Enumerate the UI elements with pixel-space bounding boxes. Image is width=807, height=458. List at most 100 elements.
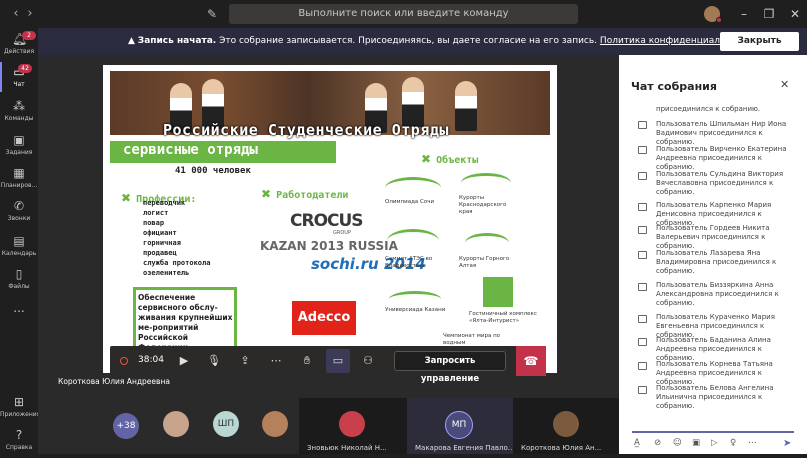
rail-item-teams[interactable]: ⁂ Команды	[0, 97, 38, 129]
professions-list: переводчик логист повар официант горничн…	[143, 198, 210, 278]
rail-item-calls[interactable]: ✆ Звонки	[0, 197, 38, 229]
rail-item-planner[interactable]: ▦ Планиров...	[0, 164, 38, 196]
object-logo	[385, 177, 441, 199]
sticker-icon[interactable]: ▷	[711, 438, 718, 448]
object-label: Курорты Краснодарского края	[459, 195, 507, 215]
minimize-icon[interactable]: –	[735, 5, 753, 23]
banner-title: Запись начата.	[137, 36, 217, 46]
teams-icon: ⁂	[13, 99, 25, 113]
raise-hand-icon[interactable]: ✋︎	[299, 353, 315, 369]
employers-header: ✖ Работодатели	[261, 187, 349, 201]
warning-icon: ▲	[128, 36, 138, 46]
emoji-icon[interactable]: ☺	[673, 438, 682, 448]
chat-message: Пользователь Вирченко Екатерина Андреевн…	[656, 145, 787, 171]
close-window-icon[interactable]: ✕	[786, 5, 804, 23]
chat-message: Пользователь Баданина Алина Андреевна пр…	[656, 336, 771, 362]
kazan-logo: KAZAN 2013 RUSSIA	[260, 239, 398, 253]
chat-title: Чат собрания	[631, 80, 717, 93]
chat-message: Пользователь Белова Ангелина Ильинична п…	[656, 384, 774, 410]
rail-item-assignments[interactable]: ▣ Задания	[0, 131, 38, 163]
chat-message: Пользователь Гордеев Никита Валерьевич п…	[656, 224, 770, 250]
hang-up-button[interactable]: ☎	[516, 346, 546, 376]
chat-message: Пользователь Корнева Татьяна Андреевна п…	[656, 360, 773, 386]
close-icon[interactable]: ✕	[780, 78, 789, 91]
list-item: горничная	[143, 239, 181, 247]
adecco-logo: Adecco	[292, 301, 356, 335]
request-control-button[interactable]: Запросить управление	[394, 351, 506, 384]
praise-icon[interactable]: ♀	[730, 438, 736, 448]
more-icon: ...	[13, 301, 25, 315]
avatar	[339, 411, 365, 437]
forward-icon[interactable]: ›	[22, 6, 38, 22]
camera-off-icon[interactable]: ▶	[176, 353, 192, 369]
participant-name: Зновьюк Николай Н...	[307, 444, 387, 452]
gif-icon[interactable]: ▣	[692, 438, 700, 448]
participants-icon[interactable]: ⚇	[360, 353, 376, 369]
recording-banner: ▲ Запись начата. Это собрание записывает…	[38, 28, 807, 55]
object-label: Чемпионат мира по водным	[443, 333, 501, 346]
object-label: Саммит АТЭС во Владивостоке	[385, 256, 433, 269]
rail-item-more[interactable]: ...	[0, 299, 38, 331]
participant-name: Макарова Евгения Павло...	[415, 444, 515, 452]
crocus-logo-sub: GROUP	[333, 230, 351, 236]
tools-icon: ✖	[421, 152, 432, 166]
list-item: служба протокола	[143, 259, 211, 267]
rail-item-files[interactable]: ▯ Файлы	[0, 265, 38, 297]
attach-icon[interactable]: ⊘	[654, 438, 661, 448]
more-options-icon[interactable]: ⋯	[748, 438, 757, 448]
chat-message: Пользователь Лазарева Яна Владимировна п…	[656, 249, 777, 275]
avatar	[163, 411, 189, 437]
crocus-logo: CROCUS	[290, 211, 364, 231]
rail-item-calendar[interactable]: ▤ Календарь	[0, 232, 38, 264]
rail-item-apps[interactable]: ⊞ Приложения	[0, 393, 40, 425]
avatar: ШП	[213, 411, 239, 437]
calendar-icon: ▤	[13, 234, 25, 248]
planner-icon: ▦	[13, 166, 25, 180]
activity-badge: 2	[22, 31, 36, 40]
chat-message: Пользователь Шпильман Нир Иона Вадимович…	[656, 120, 787, 146]
participant-name: Короткова Юлия Ан...	[521, 444, 602, 452]
chat-badge: 42	[18, 64, 32, 73]
list-item: озеленитель	[143, 269, 190, 277]
system-message-icon	[638, 362, 647, 370]
photo-person	[402, 77, 424, 127]
chat-input[interactable]	[632, 409, 794, 433]
hang-up-icon: ☎	[523, 354, 539, 368]
object-logo	[387, 229, 439, 253]
system-message-icon	[638, 338, 647, 346]
send-icon[interactable]: ➤	[783, 438, 791, 449]
mic-off-icon[interactable]: 🎙︎	[206, 353, 222, 369]
rail-item-help[interactable]: ? Справка	[0, 426, 38, 458]
slide-title: Российские Студенческие Отряды	[163, 121, 449, 139]
files-icon: ▯	[15, 267, 23, 281]
system-message-icon	[638, 172, 647, 180]
banner-text: Это собрание записывается. Присоединяясь…	[216, 36, 600, 46]
object-logo	[465, 233, 509, 253]
chat-message: Пользователь Сульдина Виктория Вячеславо…	[656, 170, 784, 196]
section-title: сервисные отряды	[123, 142, 258, 158]
compose-icon[interactable]: ✎	[204, 6, 220, 22]
system-message-icon	[638, 283, 647, 291]
format-icon[interactable]: A̲	[634, 438, 640, 448]
object-label: Олимпиада Сочи	[385, 199, 435, 205]
photo-person	[455, 81, 477, 131]
objects-header: ✖ Объекты	[421, 152, 479, 166]
system-message-icon	[638, 121, 647, 129]
help-icon: ?	[15, 428, 23, 442]
search-input[interactable]: Выполните поиск или введите команду	[229, 4, 578, 24]
status-dot	[716, 17, 722, 23]
maximize-icon[interactable]: ❐	[760, 5, 778, 23]
phone-icon: ✆	[13, 199, 25, 213]
more-participants-button[interactable]: +38	[113, 413, 139, 439]
close-banner-button[interactable]: Закрыть	[720, 32, 799, 51]
more-options-icon[interactable]: ⋯	[268, 353, 284, 369]
chat-message: Пользователь Биззяркина Анна Александров…	[656, 281, 779, 307]
object-logo	[389, 291, 441, 307]
chat-toggle-icon[interactable]: ▭	[330, 353, 346, 369]
object-logo	[483, 277, 513, 307]
share-screen-icon[interactable]: ⇪	[237, 353, 253, 369]
list-item: продавец	[143, 249, 177, 257]
avatar	[553, 411, 579, 437]
apps-icon: ⊞	[13, 395, 25, 409]
call-timer: 38:04	[138, 355, 164, 365]
